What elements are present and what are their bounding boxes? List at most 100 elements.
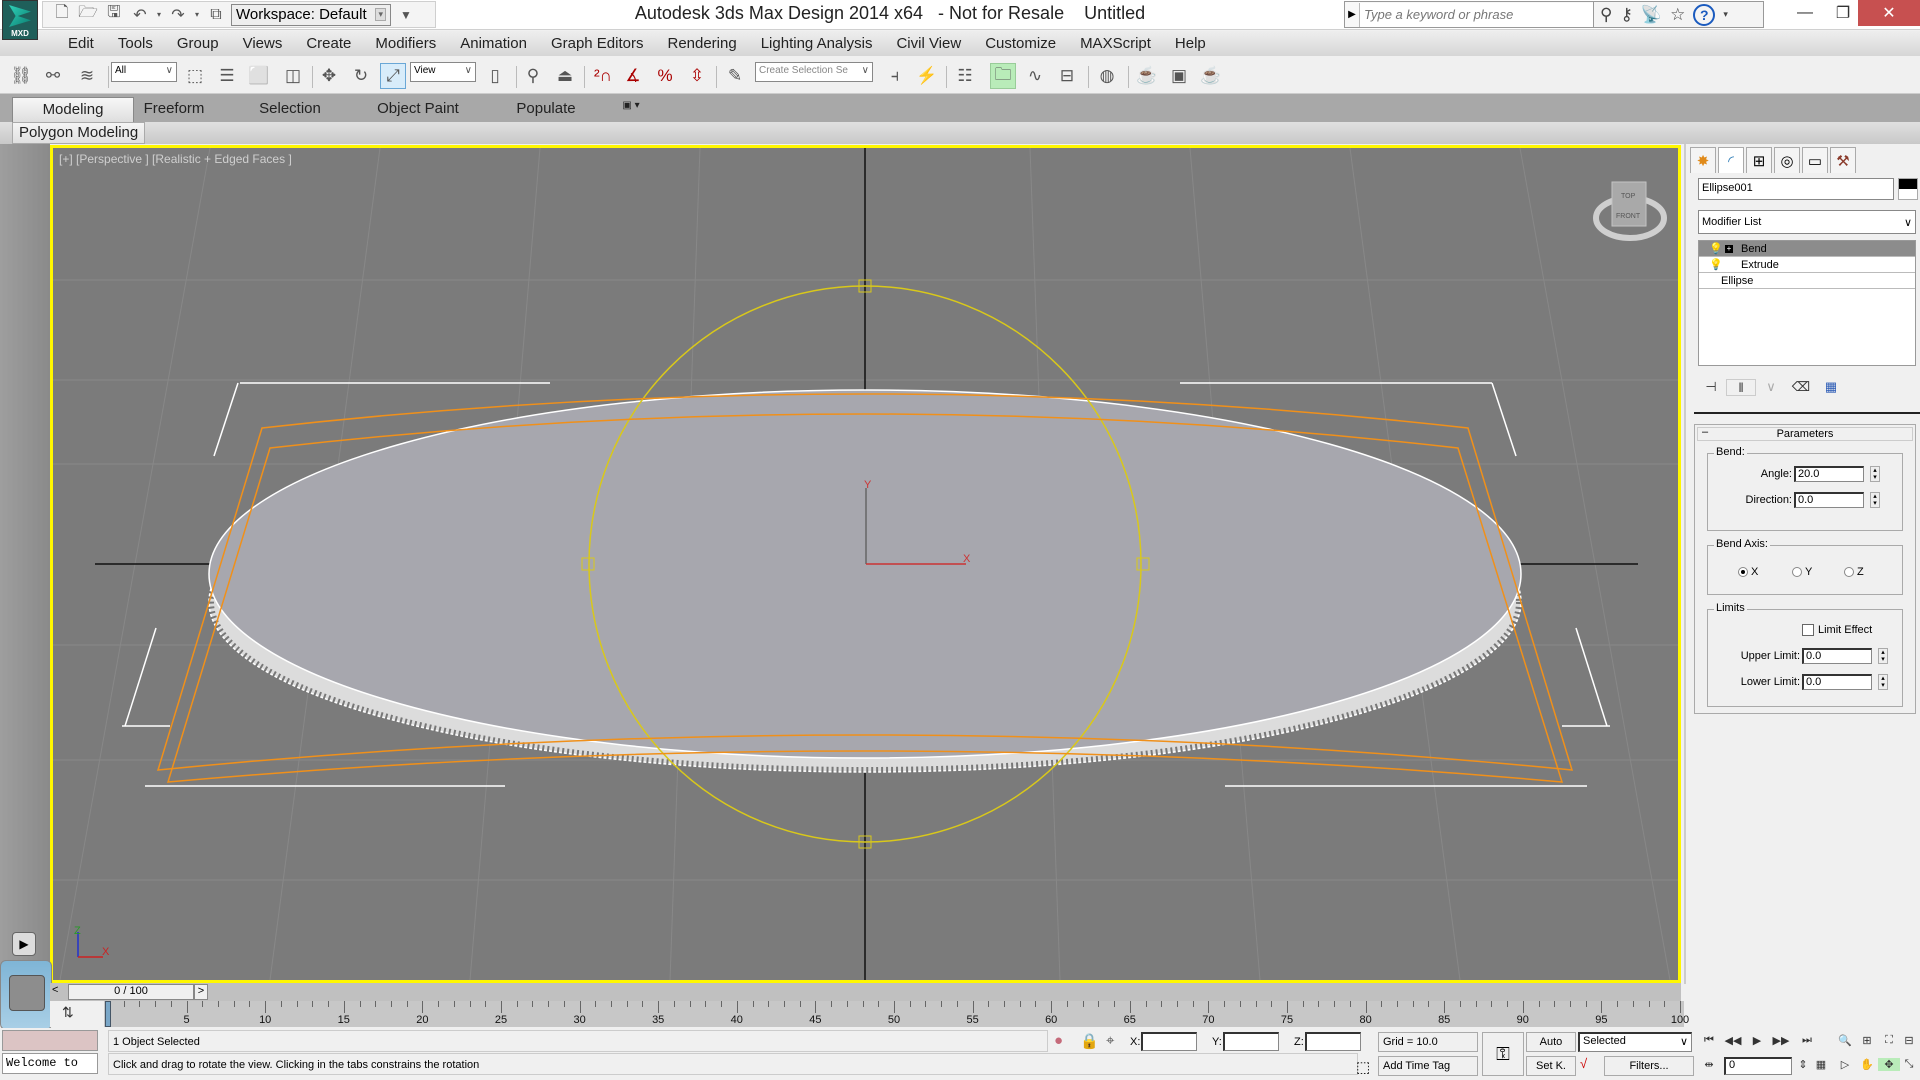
- binoculars-icon[interactable]: ⚲: [1600, 5, 1612, 25]
- snaps-toggle-icon[interactable]: ²∩: [590, 63, 616, 89]
- redo-icon[interactable]: ↷: [167, 5, 189, 25]
- menu-help[interactable]: Help: [1163, 35, 1218, 52]
- viewcube[interactable]: TOP FRONT: [1590, 176, 1670, 242]
- stack-item-ellipse[interactable]: Ellipse: [1699, 273, 1915, 289]
- previous-frame-icon[interactable]: ◀◀: [1722, 1034, 1744, 1047]
- menu-rendering[interactable]: Rendering: [655, 35, 748, 52]
- help-icon[interactable]: ?: [1693, 3, 1716, 26]
- ribbon-tab-object-paint[interactable]: Object Paint: [368, 97, 468, 122]
- spinner-snap-icon[interactable]: ⇳: [684, 63, 710, 89]
- lightbulb-icon[interactable]: 💡: [1709, 242, 1723, 255]
- select-and-scale-icon[interactable]: ⤢: [380, 63, 406, 89]
- rendered-frame-window-icon[interactable]: ▣: [1166, 63, 1192, 89]
- workspace-dropdown[interactable]: Workspace: Default ▾: [231, 3, 391, 26]
- previous-frame-button[interactable]: <: [52, 984, 58, 996]
- manipulate-icon[interactable]: ⚲: [520, 63, 546, 89]
- angle-spinner-field[interactable]: 20.0: [1794, 466, 1864, 482]
- select-object-icon[interactable]: ⬚: [182, 63, 208, 89]
- mini-curve-editor-toggle[interactable]: [0, 960, 52, 1030]
- maxscript-mini-listener-output[interactable]: [2, 1030, 98, 1051]
- align-icon[interactable]: ⚡: [914, 63, 940, 89]
- perspective-viewport[interactable]: X Y Z X [+] [Perspective ] [Realistic + …: [50, 145, 1681, 983]
- menu-customize[interactable]: Customize: [973, 35, 1068, 52]
- zoom-icon[interactable]: 🔍: [1834, 1034, 1856, 1047]
- menu-tools[interactable]: Tools: [106, 35, 165, 52]
- expand-layout-tab-icon[interactable]: ▶: [12, 932, 36, 956]
- set-key-button[interactable]: Set K.: [1526, 1056, 1576, 1076]
- menu-views[interactable]: Views: [231, 35, 295, 52]
- create-tab-icon[interactable]: ✸: [1690, 147, 1716, 173]
- ribbon-tab-populate[interactable]: Populate: [506, 97, 586, 122]
- polygon-modeling-panel[interactable]: Polygon Modeling: [12, 122, 146, 144]
- display-tab-icon[interactable]: ▭: [1802, 147, 1828, 173]
- select-and-rotate-icon[interactable]: ↻: [348, 63, 374, 89]
- new-file-icon[interactable]: 🗋: [51, 4, 73, 25]
- upper-limit-arrows[interactable]: ▴ ▾: [1878, 648, 1888, 664]
- next-frame-button[interactable]: >: [194, 984, 208, 1000]
- undo-dropdown-icon[interactable]: ▾: [155, 5, 163, 25]
- direction-spinner-arrows[interactable]: ▴ ▾: [1870, 492, 1880, 508]
- key-filter-dropdown[interactable]: Selected ∨: [1578, 1032, 1692, 1052]
- go-to-start-icon[interactable]: ⏮: [1698, 1034, 1720, 1047]
- menu-modifiers[interactable]: Modifiers: [363, 35, 448, 52]
- menu-animation[interactable]: Animation: [448, 35, 539, 52]
- curve-editor-icon[interactable]: ∿: [1022, 63, 1048, 89]
- stack-item-extrude[interactable]: 💡 Extrude: [1699, 257, 1915, 273]
- configure-modifier-sets-icon[interactable]: ▦: [1816, 379, 1846, 395]
- object-name-field[interactable]: Ellipse001: [1698, 178, 1894, 200]
- x-coordinate-field[interactable]: [1141, 1032, 1198, 1051]
- add-time-tag-button[interactable]: Add Time Tag: [1378, 1056, 1478, 1076]
- expand-icon[interactable]: +: [1725, 244, 1733, 253]
- menu-graph-editors[interactable]: Graph Editors: [539, 35, 656, 52]
- project-folder-icon[interactable]: ⧉: [205, 5, 227, 25]
- zoom-extents-all-icon[interactable]: ⊟: [1898, 1034, 1920, 1047]
- customize-qat-icon[interactable]: ▼: [395, 5, 417, 25]
- select-and-move-icon[interactable]: ✥: [316, 63, 342, 89]
- percent-snap-icon[interactable]: %: [652, 63, 678, 89]
- maximize-viewport-icon[interactable]: ⤡: [1898, 1058, 1920, 1071]
- zoom-all-icon[interactable]: ⊞: [1856, 1034, 1878, 1047]
- maxscript-mini-listener-input[interactable]: Welcome to: [2, 1053, 98, 1074]
- unlink-selection-icon[interactable]: ⚯: [40, 63, 66, 89]
- modifier-list-dropdown[interactable]: Modifier List ∨: [1698, 210, 1916, 234]
- axis-radio-y[interactable]: Y: [1792, 566, 1812, 578]
- play-icon[interactable]: ▶: [1746, 1034, 1768, 1047]
- lower-limit-arrows[interactable]: ▴ ▾: [1878, 674, 1888, 690]
- ribbon-options-icon[interactable]: ▣ ▾: [614, 97, 648, 122]
- lower-limit-field[interactable]: 0.0: [1802, 674, 1872, 690]
- selection-lock-icon[interactable]: 🔒: [1080, 1032, 1099, 1050]
- isolate-selection-icon[interactable]: ●: [1054, 1032, 1063, 1049]
- show-end-result-icon[interactable]: ‖: [1726, 378, 1756, 396]
- upper-limit-field[interactable]: 0.0: [1802, 648, 1872, 664]
- object-color-swatch[interactable]: [1898, 178, 1918, 200]
- auto-key-button[interactable]: Auto: [1526, 1032, 1576, 1052]
- set-key-icon[interactable]: ⚿: [1482, 1032, 1524, 1076]
- scene-explorer-icon[interactable]: 🗀: [990, 63, 1016, 89]
- star-icon[interactable]: ☆: [1670, 5, 1685, 25]
- open-mini-curve-editor-icon[interactable]: ⇅: [62, 1004, 74, 1021]
- ribbon-tab-freeform[interactable]: Freeform: [134, 97, 214, 122]
- parameters-rollout-header[interactable]: – Parameters: [1697, 426, 1913, 441]
- track-bar-ruler[interactable]: 0510152025303540455055606570758085909510…: [104, 1001, 1689, 1027]
- select-by-name-icon[interactable]: ☰: [214, 63, 240, 89]
- named-selection-sets-dropdown[interactable]: Create Selection Se ∨: [755, 62, 873, 82]
- pivot-center-icon[interactable]: ▯: [482, 63, 508, 89]
- time-slider-thumb[interactable]: 0 / 100: [68, 984, 194, 1000]
- z-coordinate-field[interactable]: [1304, 1032, 1361, 1051]
- stack-item-bend[interactable]: 💡 + Bend: [1699, 241, 1915, 257]
- orbit-icon[interactable]: ✥: [1878, 1058, 1900, 1071]
- absolute-mode-icon[interactable]: ⌖: [1106, 1032, 1114, 1049]
- current-frame-marker[interactable]: [105, 1001, 111, 1027]
- redo-dropdown-icon[interactable]: ▾: [193, 5, 201, 25]
- next-frame-icon[interactable]: ▶▶: [1770, 1034, 1792, 1047]
- direction-spinner-field[interactable]: 0.0: [1794, 492, 1864, 508]
- key-icon[interactable]: ⚷: [1620, 5, 1632, 25]
- layer-manager-icon[interactable]: ☷: [952, 63, 978, 89]
- reference-coordinate-dropdown[interactable]: View ∨: [410, 62, 476, 82]
- help-dropdown-icon[interactable]: ▾: [1723, 9, 1728, 20]
- selection-filter-dropdown[interactable]: All ∨: [111, 62, 177, 82]
- time-configuration-icon[interactable]: ▦: [1810, 1058, 1832, 1071]
- modify-tab-icon[interactable]: ◜: [1718, 147, 1744, 173]
- mirror-icon[interactable]: ⫞: [882, 63, 908, 89]
- motion-tab-icon[interactable]: ◎: [1774, 147, 1800, 173]
